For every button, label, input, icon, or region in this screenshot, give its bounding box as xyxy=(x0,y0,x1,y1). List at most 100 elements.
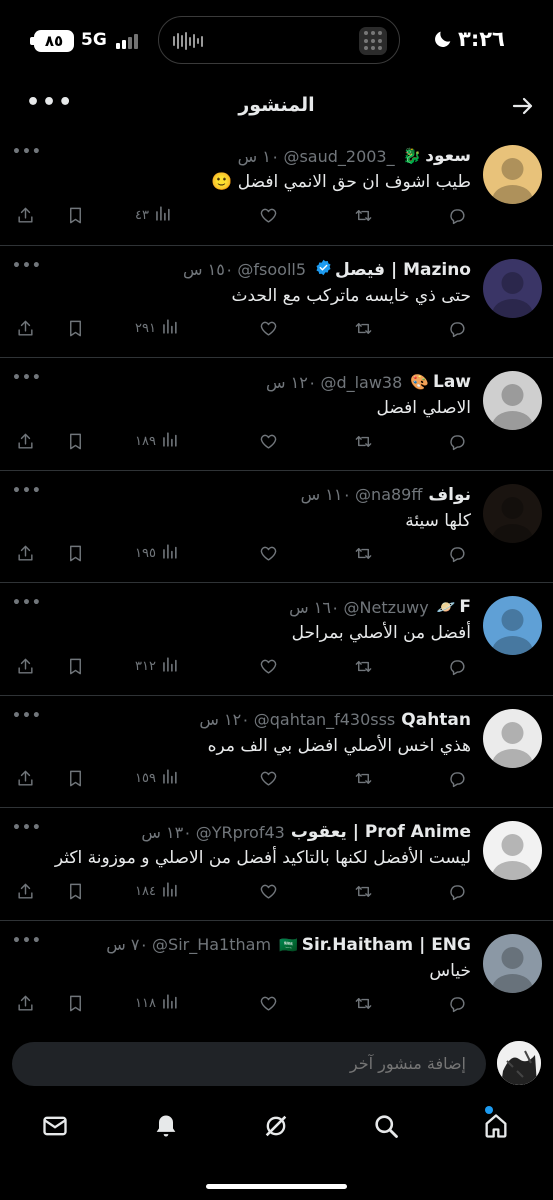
views-icon xyxy=(153,204,172,227)
repost-icon[interactable] xyxy=(354,768,373,790)
display-name[interactable]: يعقوب | Prof Anime xyxy=(291,822,471,842)
reply-row[interactable]: نواف @na89ff ١١٠ س ••• كلها سيئة ١٩٥ xyxy=(0,469,553,583)
user-handle[interactable]: @na89ff xyxy=(355,485,422,504)
user-handle[interactable]: @qahtan_f430sss xyxy=(254,710,396,729)
share-icon[interactable] xyxy=(16,768,35,790)
bookmark-icon[interactable] xyxy=(66,318,85,340)
share-icon[interactable] xyxy=(16,430,35,452)
display-name[interactable]: Sir.Haitham | ENG xyxy=(302,935,471,955)
avatar[interactable] xyxy=(483,708,542,768)
bookmark-icon[interactable] xyxy=(66,543,85,565)
views-button[interactable]: ٢٩١ xyxy=(135,318,179,340)
add-post-input[interactable] xyxy=(12,1042,486,1086)
user-avatar[interactable] xyxy=(497,1041,541,1085)
avatar[interactable] xyxy=(483,821,542,880)
home-icon[interactable] xyxy=(482,1112,510,1140)
share-icon[interactable] xyxy=(16,543,35,565)
reply-row[interactable]: سعود 🐉 @saud_2003_ ١٠ س ••• طيب اشوف ان … xyxy=(0,132,553,245)
more-options-icon[interactable]: ••• xyxy=(12,370,42,386)
reply-icon[interactable] xyxy=(448,204,467,226)
like-icon[interactable] xyxy=(259,430,278,452)
reply-icon[interactable] xyxy=(448,880,467,902)
user-handle[interactable]: @d_law38 xyxy=(320,373,402,392)
reply-row[interactable]: Law 🎨 @d_law38 ١٢٠ س ••• الاصلي افضل ١٨٩ xyxy=(0,357,553,470)
search-icon[interactable] xyxy=(372,1112,400,1140)
avatar[interactable] xyxy=(483,145,542,204)
reply-icon[interactable] xyxy=(448,543,467,565)
views-button[interactable]: ٤٣ xyxy=(135,204,172,226)
bookmark-icon[interactable] xyxy=(66,880,85,902)
share-icon[interactable] xyxy=(16,993,35,1015)
reply-row[interactable]: فيصل | Mazino @fsooll5 ١٥٠ س ••• حتى ذي … xyxy=(0,244,553,358)
views-button[interactable]: ١٨٩ xyxy=(135,430,179,452)
display-name[interactable]: سعود xyxy=(425,146,471,166)
like-icon[interactable] xyxy=(259,204,278,226)
reply-icon[interactable] xyxy=(448,768,467,790)
views-button[interactable]: ١٩٥ xyxy=(135,543,179,565)
share-icon[interactable] xyxy=(16,655,35,677)
avatar[interactable] xyxy=(483,483,542,543)
bookmark-icon[interactable] xyxy=(66,430,85,452)
bookmark-icon[interactable] xyxy=(66,768,85,790)
views-button[interactable]: ١٨٤ xyxy=(135,880,179,902)
reply-row[interactable]: Sir.Haitham | ENG 🇸🇦 @Sir_Ha1tham ٧٠ س •… xyxy=(0,919,553,1033)
repost-icon[interactable] xyxy=(354,655,373,677)
display-name[interactable]: نواف xyxy=(428,485,471,505)
share-icon[interactable] xyxy=(16,880,35,902)
like-icon[interactable] xyxy=(259,318,278,340)
more-options-icon[interactable]: ••• xyxy=(12,483,42,499)
post-time: ١٦٠ س xyxy=(289,597,340,617)
bookmark-icon[interactable] xyxy=(66,655,85,677)
user-handle[interactable]: @fsooll5 xyxy=(237,260,306,279)
display-name[interactable]: Law xyxy=(433,372,471,392)
more-options-icon[interactable]: ••• xyxy=(12,595,42,611)
user-handle[interactable]: @YRprof43 xyxy=(196,823,285,842)
reply-icon[interactable] xyxy=(448,655,467,677)
reply-icon[interactable] xyxy=(448,430,467,452)
more-options-icon[interactable]: ••• xyxy=(12,144,42,160)
share-icon[interactable] xyxy=(16,204,35,226)
repost-icon[interactable] xyxy=(354,880,373,902)
display-name[interactable]: F xyxy=(459,597,471,617)
back-arrow-icon[interactable] xyxy=(511,94,535,118)
like-icon[interactable] xyxy=(259,768,278,790)
reply-icon[interactable] xyxy=(448,993,467,1015)
reply-row[interactable]: يعقوب | Prof Anime @YRprof43 ١٣٠ س ••• ل… xyxy=(0,807,553,920)
user-handle[interactable]: @Sir_Ha1tham xyxy=(152,935,271,954)
avatar[interactable] xyxy=(483,371,542,430)
reply-row[interactable]: F 🪐 @Netzuwy ١٦٠ س ••• أفضل من الأصلي بم… xyxy=(0,582,553,695)
repost-icon[interactable] xyxy=(354,993,373,1015)
reply-text: أفضل من الأصلي بمراحل xyxy=(291,623,471,643)
grok-icon[interactable] xyxy=(262,1112,290,1140)
like-icon[interactable] xyxy=(259,655,278,677)
repost-icon[interactable] xyxy=(354,204,373,226)
user-handle[interactable]: @saud_2003_ xyxy=(283,147,394,166)
avatar[interactable] xyxy=(483,596,542,655)
views-icon xyxy=(160,992,179,1015)
like-icon[interactable] xyxy=(259,543,278,565)
user-handle[interactable]: @Netzuwy xyxy=(344,598,429,617)
like-icon[interactable] xyxy=(259,880,278,902)
avatar[interactable] xyxy=(483,933,542,993)
repost-icon[interactable] xyxy=(354,318,373,340)
display-name[interactable]: فيصل | Mazino xyxy=(335,260,471,280)
display-name[interactable]: Qahtan xyxy=(401,710,471,730)
more-options-icon[interactable]: ••• xyxy=(12,820,42,836)
repost-icon[interactable] xyxy=(354,430,373,452)
bookmark-icon[interactable] xyxy=(66,993,85,1015)
notifications-icon[interactable] xyxy=(152,1112,180,1140)
more-options-icon[interactable]: ••• xyxy=(12,258,42,274)
more-options-icon[interactable]: ••• xyxy=(12,708,42,724)
repost-icon[interactable] xyxy=(354,543,373,565)
bookmark-icon[interactable] xyxy=(66,204,85,226)
views-button[interactable]: ١١٨ xyxy=(135,993,179,1015)
share-icon[interactable] xyxy=(16,318,35,340)
more-options-icon[interactable]: ••• xyxy=(12,933,42,949)
messages-icon[interactable] xyxy=(41,1112,69,1140)
views-button[interactable]: ١٥٩ xyxy=(135,768,179,790)
like-icon[interactable] xyxy=(259,993,278,1015)
reply-icon[interactable] xyxy=(448,318,467,340)
views-button[interactable]: ٣١٢ xyxy=(135,655,179,677)
avatar[interactable] xyxy=(483,258,542,318)
reply-row[interactable]: Qahtan @qahtan_f430sss ١٢٠ س ••• هذي اخس… xyxy=(0,694,553,808)
